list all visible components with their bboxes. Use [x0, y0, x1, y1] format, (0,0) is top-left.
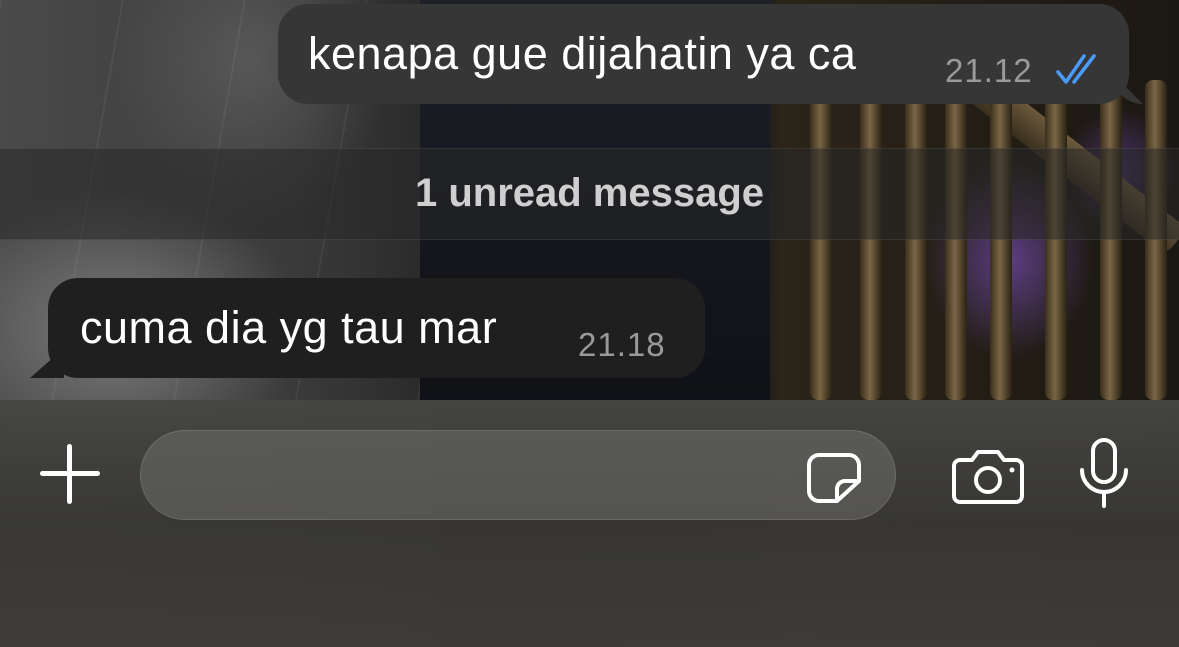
message-composer	[0, 400, 1179, 647]
message-timestamp: 21.18	[578, 326, 666, 363]
message-timestamp: 21.12	[945, 52, 1033, 89]
railing-post	[1145, 80, 1167, 400]
message-text: cuma dia yg tau mar	[80, 302, 498, 353]
camera-icon[interactable]	[952, 448, 1024, 504]
incoming-message-bubble[interactable]: cuma dia yg tau mar 21.18	[30, 278, 705, 378]
sticker-icon[interactable]	[805, 451, 863, 505]
unread-divider: 1 unread message	[0, 148, 1179, 240]
railing-post	[945, 80, 967, 400]
unread-divider-label: 1 unread message	[414, 171, 765, 215]
railing-post	[990, 80, 1012, 400]
railing-post	[1045, 80, 1067, 400]
message-text: kenapa gue dijahatin ya ca	[308, 28, 857, 79]
railing-post	[905, 80, 927, 400]
railing-post	[860, 80, 882, 400]
message-input[interactable]	[140, 430, 896, 520]
railing-post	[810, 80, 832, 400]
chat-screen: kenapa gue dijahatin ya ca 21.12 1 unrea…	[0, 0, 1179, 647]
plus-icon[interactable]	[38, 442, 102, 506]
double-check-read-icon	[1056, 54, 1096, 84]
outgoing-message-bubble[interactable]: kenapa gue dijahatin ya ca 21.12	[278, 4, 1143, 104]
microphone-icon[interactable]	[1076, 438, 1132, 510]
wallpaper-railing	[780, 43, 1179, 400]
railing-post	[1100, 80, 1122, 400]
